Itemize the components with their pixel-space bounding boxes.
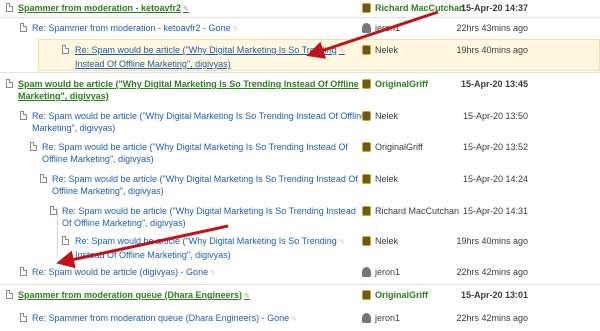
post-date: 15-Apr-20 13:01 [460,290,528,300]
post-date: 19hrs 40mins ago [456,45,528,55]
user-avatar-icon [362,23,371,33]
thread-subject[interactable]: Spammer from moderation - ketoavfr2 ✎ [18,2,189,16]
post-date: 19hrs 40mins ago [456,236,528,246]
author[interactable]: jeron1 [362,266,400,278]
pin-icon: ✎ [232,26,239,33]
member-badge-icon [362,174,371,184]
author[interactable]: Nelek [362,110,398,122]
thread-row[interactable]: Re: Spam would be article (digivyas) - G… [0,263,600,283]
thread-row[interactable]: Re: Spam would be article ("Why Digital … [0,203,600,231]
author[interactable]: OriginalGriff [362,141,423,153]
thread-row[interactable]: Re: Spammer from moderation - ketoavfr2 … [0,18,600,40]
message-icon [62,45,69,54]
thread-row[interactable]: Spammer from moderation queue (Dhara Eng… [0,287,600,305]
member-badge-icon [362,111,371,121]
thread-subject[interactable]: Spam would be article ("Why Digital Mark… [18,78,359,102]
author[interactable]: jeron1 [362,312,400,324]
author[interactable]: Richard MacCutchan [362,205,459,217]
message-icon [20,111,27,120]
thread-row[interactable]: Re: Spam would be article ("Why Digital … [0,108,600,136]
user-avatar-icon [362,313,371,323]
member-badge-icon [362,3,371,13]
member-badge-icon [362,79,371,89]
row-separator [0,72,600,73]
pin-icon: ✎ [291,316,297,323]
message-icon [50,206,57,215]
post-date: 15-Apr-20 14:24 [462,174,528,184]
thread-subject[interactable]: Spammer from moderation queue (Dhara Eng… [18,289,250,303]
thread-row[interactable]: Re: Spam would be article ("Why Digital … [0,139,600,167]
reply-subject[interactable]: Re: Spam would be article ("Why Digital … [42,141,348,165]
post-date: 15-Apr-20 14:37 [460,3,528,13]
post-date: 15-Apr-20 13:52 [462,142,528,152]
pin-icon: ✎ [183,6,189,13]
message-icon [30,142,37,151]
message-icon [20,267,27,276]
thread-row[interactable]: Re: Spam would be article ("Why Digital … [0,233,600,261]
author[interactable]: Richard MacCutchan [362,2,465,14]
reply-subject[interactable]: Re: Spam would be article ("Why Digital … [32,110,366,134]
reply-subject[interactable]: Re: Spam would be article ("Why Digital … [62,205,356,229]
message-icon [62,236,69,245]
reply-subject[interactable]: Re: Spam would be article ("Why Digital … [52,173,358,197]
message-icon [20,313,27,322]
member-badge-icon [362,290,371,300]
member-badge-icon [362,236,371,246]
pin-icon: ✎ [244,293,250,300]
reply-subject[interactable]: Re: Spammer from moderation queue (Dhara… [32,312,297,326]
message-icon [6,3,13,12]
author[interactable]: OriginalGriff [362,289,428,301]
reply-subject[interactable]: Re: Spam would be article (digivyas) - G… [32,266,216,280]
author[interactable]: Nelek [362,44,398,56]
member-badge-icon [362,45,371,55]
author[interactable]: Nelek [362,235,398,247]
post-date: 22hrs 42mins ago [456,267,528,277]
post-date: 22hrs 43mins ago [456,23,528,33]
message-icon [6,79,13,88]
reply-subject[interactable]: Re: Spam would be article ("Why Digital … [75,44,345,70]
member-badge-icon [362,142,371,152]
message-icon [20,23,27,32]
user-avatar-icon [362,267,371,277]
author[interactable]: Nelek [362,173,398,185]
reply-subject[interactable]: Re: Spammer from moderation - ketoavfr2 … [32,22,238,36]
pin-icon: ✎ [210,270,216,277]
message-icon [6,290,13,299]
author[interactable]: jeron1 [362,22,400,34]
thread-row[interactable]: Re: Spam would be article ("Why Digital … [0,171,600,199]
message-icon [40,174,47,183]
pin-icon: ✎ [338,48,345,55]
thread-row-current[interactable]: Re: Spam would be article ("Why Digital … [0,40,600,70]
author[interactable]: OriginalGriff [362,78,428,90]
post-date: 15-Apr-20 13:45 [460,79,528,89]
post-date: 15-Apr-20 13:50 [462,111,528,121]
post-date: 22hrs 42mins ago [456,313,528,323]
reply-subject[interactable]: Re: Spam would be article ("Why Digital … [75,235,345,261]
thread-row[interactable]: Re: Spammer from moderation queue (Dhara… [0,309,600,329]
thread-row[interactable]: Spam would be article ("Why Digital Mark… [0,74,600,104]
pin-icon: ✎ [338,239,345,246]
thread-row[interactable]: Spammer from moderation - ketoavfr2 ✎ Ric… [0,0,600,18]
row-separator [0,284,600,285]
member-badge-icon [362,206,371,216]
post-date: 15-Apr-20 14:31 [462,206,528,216]
